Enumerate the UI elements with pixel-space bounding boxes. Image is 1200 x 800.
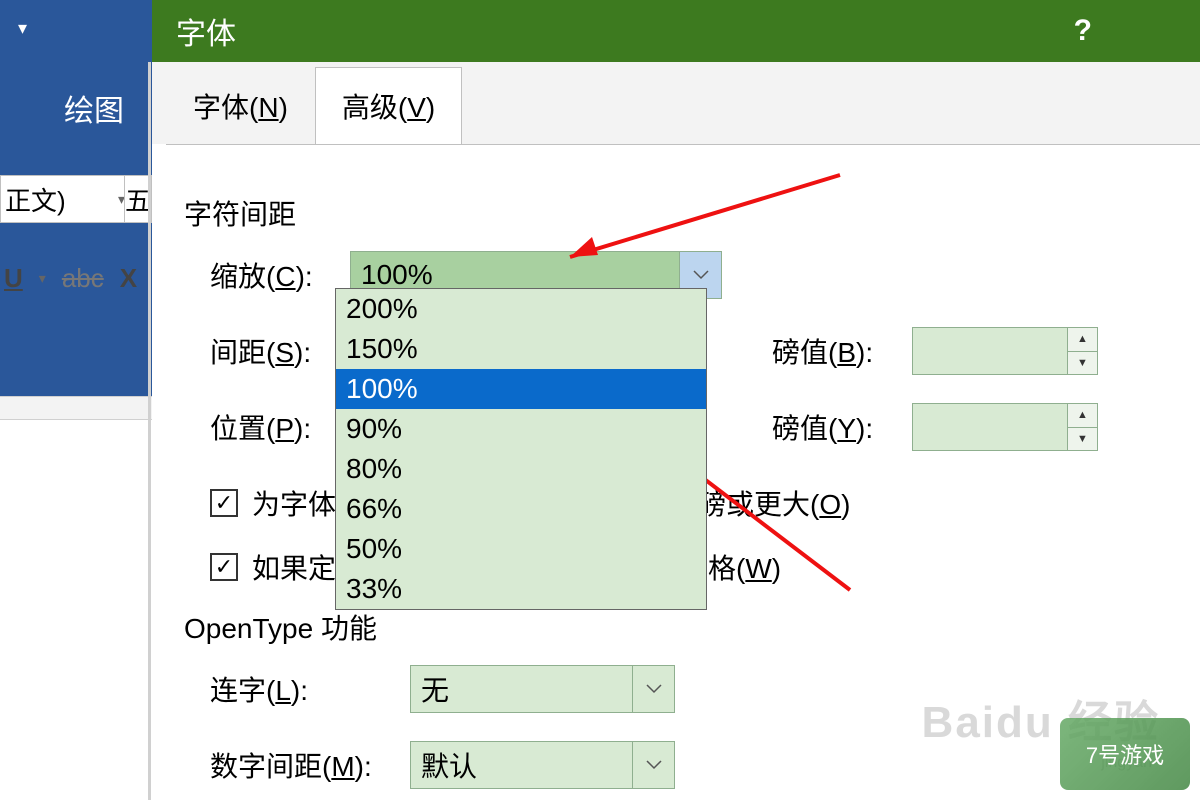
- label-ligature: 连字(L):: [210, 669, 410, 709]
- label-orlarger: 磅或更大(O): [698, 483, 850, 523]
- scale-option[interactable]: 80%: [336, 449, 706, 489]
- kerning-checkbox[interactable]: ✓: [210, 489, 238, 517]
- snapgrid-checkbox[interactable]: ✓: [210, 553, 238, 581]
- label-snapgrid: 如果定: [252, 547, 336, 587]
- label-kerning: 为字体: [252, 483, 336, 523]
- dialog-title-text: 字体: [176, 9, 236, 53]
- chevron-down-icon[interactable]: [632, 742, 674, 788]
- section-char-spacing: 字符间距: [184, 193, 1182, 233]
- dialog-tabs: 字体(N) 高级(V): [152, 62, 1200, 144]
- ligature-combo[interactable]: 无: [410, 665, 675, 713]
- scale-option[interactable]: 150%: [336, 329, 706, 369]
- spacing-by-spinner[interactable]: ▲▼: [912, 327, 1098, 375]
- position-by-value[interactable]: [913, 404, 1067, 450]
- label-by1: 磅值(B):: [772, 331, 912, 371]
- numspacing-combo[interactable]: 默认: [410, 741, 675, 789]
- font-family-value: 正文): [5, 181, 66, 218]
- scale-option[interactable]: 100%: [336, 369, 706, 409]
- scale-option[interactable]: 50%: [336, 529, 706, 569]
- tab-font[interactable]: 字体(N): [166, 67, 315, 145]
- label-position: 位置(P):: [210, 407, 350, 447]
- logo-badge: 7号游戏: [1060, 718, 1190, 790]
- scale-option[interactable]: 90%: [336, 409, 706, 449]
- font-family-combo[interactable]: 正文) ▾: [0, 175, 130, 223]
- label-numspacing: 数字间距(M):: [210, 745, 410, 785]
- tab-advanced[interactable]: 高级(V): [315, 67, 462, 145]
- superscript-button[interactable]: X: [120, 263, 137, 294]
- section-opentype: OpenType 功能: [184, 607, 1182, 647]
- dialog-help-button[interactable]: ?: [1074, 0, 1092, 62]
- numspacing-value: 默认: [411, 742, 632, 788]
- label-snapgrid-tail: 格(W): [708, 547, 781, 587]
- scale-option[interactable]: 200%: [336, 289, 706, 329]
- spinner-up-icon[interactable]: ▲: [1067, 328, 1097, 352]
- spinner-down-icon[interactable]: ▼: [1067, 352, 1097, 375]
- underline-dropdown-icon[interactable]: ▾: [39, 270, 46, 287]
- underline-button[interactable]: U: [4, 263, 23, 294]
- ruler: [0, 396, 152, 420]
- format-toolbar: U ▾ abc X: [0, 258, 152, 298]
- spacing-by-value[interactable]: [913, 328, 1067, 374]
- drawing-tab[interactable]: 绘图: [64, 86, 124, 130]
- spinner-down-icon[interactable]: ▼: [1067, 428, 1097, 451]
- ligature-value: 无: [411, 666, 632, 712]
- dialog-titlebar: 字体: [152, 0, 1200, 62]
- strikethrough-button[interactable]: abc: [62, 263, 104, 294]
- label-by2: 磅值(Y):: [772, 407, 912, 447]
- chevron-down-icon[interactable]: [632, 666, 674, 712]
- spinner-up-icon[interactable]: ▲: [1067, 404, 1097, 428]
- scale-option[interactable]: 33%: [336, 569, 706, 609]
- label-spacing: 间距(S):: [210, 331, 350, 371]
- scale-option[interactable]: 66%: [336, 489, 706, 529]
- label-scale: 缩放(C):: [210, 255, 350, 295]
- pane-separator: [148, 62, 151, 800]
- qatoolbar-dropdown-icon[interactable]: ▾: [18, 18, 27, 39]
- position-by-spinner[interactable]: ▲▼: [912, 403, 1098, 451]
- scale-dropdown-list[interactable]: 200%150%100%90%80%66%50%33%: [335, 288, 707, 610]
